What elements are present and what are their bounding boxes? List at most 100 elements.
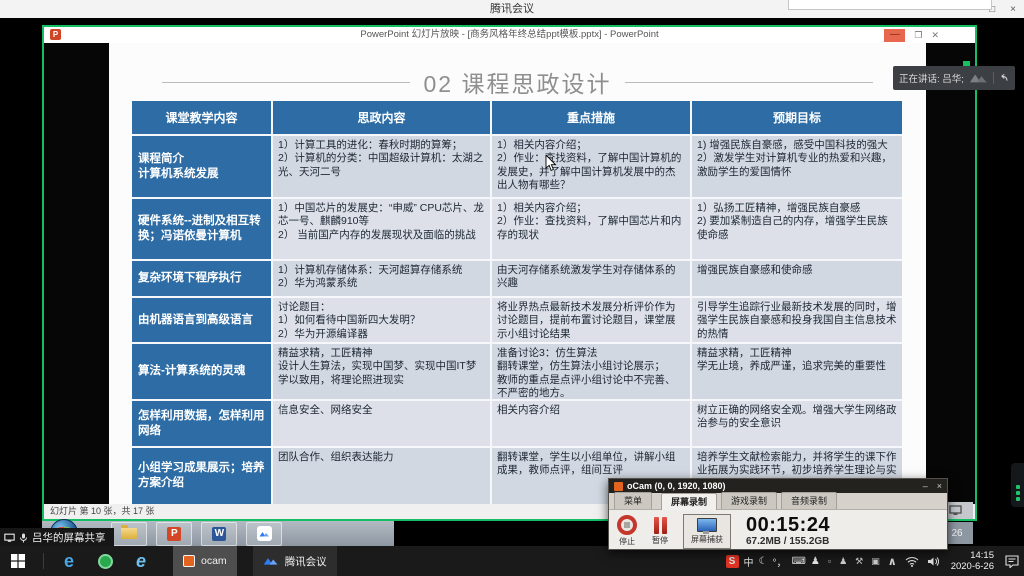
speaker-icon[interactable] — [927, 556, 940, 567]
table-row-header: 怎样利用数据，怎样利用网络 — [132, 401, 271, 446]
ime-toolbar[interactable]: S 中 ☾ °， ⌨ ♟ — [726, 554, 820, 569]
stop-label: 停止 — [619, 536, 635, 547]
ime-lang-toggle[interactable]: 中 — [744, 554, 754, 569]
table-row-header: 小组学习成果展示；培养方案介绍 — [132, 448, 271, 504]
edge-icon: e — [64, 551, 74, 572]
ocam-body: 停止 暂停 屏幕捕获 00:15:24 67.2MB / 155.2GB — [609, 510, 947, 550]
table-cell: 1）计算工具的进化：春秋时期的算筹； 2）计算机的分类：中国超级计算机：太湖之光… — [273, 136, 490, 197]
close-icon[interactable]: × — [937, 481, 942, 491]
collapsed-meeting-toolbar[interactable] — [788, 0, 992, 10]
table-cell: 将业界热点最新技术发展分析评价作为讨论题目，提前布置讨论题目，课堂展示小组讨论结… — [492, 298, 690, 342]
ocam-window-controls: – × — [923, 481, 942, 491]
wifi-icon[interactable] — [905, 556, 919, 567]
ime-shape-toggle[interactable]: ☾ — [759, 556, 768, 567]
table-row-header: 复杂环境下程序执行 — [132, 261, 271, 296]
table-cell: 由天河存储系统激发学生对存储体系的兴趣 — [492, 261, 690, 296]
powerpoint-window-title: PowerPoint 幻灯片放映 - [商务风格年终总结ppt模板.pptx] … — [44, 27, 975, 43]
meeting-taskbar-button[interactable] — [246, 522, 282, 546]
minimize-icon[interactable]: – — [923, 481, 928, 491]
monitor-icon — [697, 518, 717, 532]
sogou-icon[interactable]: S — [726, 555, 739, 568]
windows-logo-icon — [11, 554, 25, 568]
explorer-button[interactable] — [111, 522, 147, 546]
table-cell: 树立正确的网络安全观。增强大学生网络政治参与的安全意识 — [692, 401, 902, 446]
table-header: 思政内容 — [273, 101, 490, 134]
shared-screen-frame: P PowerPoint 幻灯片放映 - [商务风格年终总结ppt模板.pptx… — [42, 25, 977, 521]
tab-screen-record[interactable]: 屏幕录制 — [661, 493, 717, 510]
shared-desktop-day: 26 — [951, 528, 962, 539]
taskbar-ocam-button[interactable]: ocam — [173, 546, 237, 576]
tab-audio-record[interactable]: 音频录制 — [781, 492, 837, 509]
tencent-meeting-icon — [257, 526, 272, 541]
restore-icon[interactable]: ❐ — [914, 29, 922, 42]
side-panel-handle[interactable] — [1011, 463, 1024, 507]
taskbar-meeting-label: 腾讯会议 — [285, 554, 327, 569]
ie-icon: e — [136, 551, 146, 572]
powerpoint-taskbar-button[interactable]: P — [156, 522, 192, 546]
browser-360-button[interactable] — [90, 546, 120, 576]
monitor-icon — [949, 505, 962, 516]
pause-icon — [654, 516, 667, 534]
ie-browser-button[interactable]: e — [126, 546, 156, 576]
table-row-header: 硬件系统--进制及相互转换；冯诺依曼计算机 — [132, 199, 271, 259]
word-taskbar-button[interactable]: W — [201, 522, 237, 546]
system-tray: S 中 ☾ °， ⌨ ♟ ▫ ♟ ⚒ ▣ ∧ 14:15 2020-6- — [726, 550, 1024, 572]
title-divider-left — [162, 82, 410, 83]
restore-view-arrow-icon[interactable] — [999, 73, 1009, 83]
close-icon[interactable]: × — [1010, 4, 1016, 15]
ocam-titlebar: oCam (0, 0, 1920, 1080) – × — [609, 479, 947, 493]
table-header: 课堂教学内容 — [132, 101, 271, 134]
recording-size: 67.2MB / 155.2GB — [746, 537, 830, 547]
tray-icon-app4[interactable]: ▣ — [871, 556, 880, 567]
course-table: 课堂教学内容 思政内容 重点措施 预期目标 课程简介 计算机系统发展 1）计算工… — [132, 101, 902, 504]
tray-icon-app2[interactable]: ♟ — [839, 556, 847, 567]
action-center-icon[interactable] — [1005, 555, 1019, 568]
taskbar-meeting-button[interactable]: 腾讯会议 — [253, 546, 337, 576]
level-dot — [1016, 485, 1020, 489]
table-cell: 1）相关内容介绍； 2）作业：查找资料，了解中国计算机的发展史，并了解中国计算机… — [492, 136, 690, 197]
edge-browser-button[interactable]: e — [54, 546, 84, 576]
slide-title-row: 02 课程思政设计 — [109, 65, 926, 99]
meeting-logo-icon — [969, 72, 988, 84]
taskbar-clock[interactable]: 14:15 2020-6-26 — [951, 550, 994, 572]
speaking-label: 正在讲话: 吕华; — [899, 71, 964, 85]
start-button[interactable] — [0, 546, 36, 576]
tab-game-record[interactable]: 游戏录制 — [721, 492, 777, 509]
ime-user-icon[interactable]: ♟ — [811, 556, 820, 567]
pause-button[interactable]: 暂停 — [652, 516, 668, 546]
recording-timer: 00:15:24 — [746, 515, 830, 535]
tray-icon-app3[interactable]: ⚒ — [855, 556, 863, 567]
table-cell: 1）弘扬工匠精神，增强民族自豪感 2) 要加紧制造自己的内存，增强学生民族使命感 — [692, 199, 902, 259]
ocam-window: oCam (0, 0, 1920, 1080) – × 菜单 屏幕录制 游戏录制… — [608, 478, 948, 550]
folder-icon — [121, 528, 137, 539]
table-cell: 讨论题目： 1）如何看待中国新四大发明？ 2）华为开源编译器 — [273, 298, 490, 342]
mic-icon — [19, 533, 28, 543]
tray-overflow-chevron[interactable]: ∧ — [888, 555, 897, 568]
ime-keyboard-icon[interactable]: ⌨ — [791, 556, 805, 567]
table-cell: 精益求精，工匠精神 学无止境，养成严谨，追求完美的重要性 — [692, 344, 902, 399]
tray-icon-app1[interactable]: ▫ — [828, 556, 831, 566]
table-header: 预期目标 — [692, 101, 902, 134]
ocam-icon — [183, 555, 195, 567]
tencent-meeting-icon — [263, 556, 279, 566]
ocam-tabbar: 菜单 屏幕录制 游戏录制 音频录制 — [609, 493, 947, 510]
table-cell: 1) 增强民族自豪感，感受中国科技的强大 2）激发学生对计算机专业的热爱和兴趣，… — [692, 136, 902, 197]
pause-label: 暂停 — [652, 535, 668, 546]
table-row-header: 课程简介 计算机系统发展 — [132, 136, 271, 197]
ime-punct-toggle[interactable]: °， — [772, 554, 786, 569]
share-banner-label: 吕华的屏幕共享 — [32, 530, 106, 545]
stop-button[interactable]: 停止 — [617, 515, 637, 547]
close-icon[interactable]: ✕ — [931, 29, 939, 42]
stop-icon — [617, 515, 637, 535]
powerpoint-window-controls: — ❐ ✕ — [884, 28, 939, 42]
taskbar-divider — [43, 553, 44, 569]
ocam-app-icon — [614, 482, 623, 491]
ocam-menu-button[interactable]: 菜单 — [614, 492, 652, 509]
minimize-icon[interactable]: — — [884, 29, 905, 42]
pill-divider — [993, 72, 994, 84]
slideshow-stage: 02 课程思政设计 课堂教学内容 思政内容 重点措施 预期目标 课程简介 计算机… — [44, 43, 975, 504]
taskbar: e e ocam 腾讯会议 S 中 ☾ °， ⌨ ♟ ▫ ♟ ⚒ ▣ — [0, 546, 1024, 576]
recording-status: 00:15:24 67.2MB / 155.2GB — [746, 515, 830, 547]
screen-capture-button[interactable]: 屏幕捕获 — [683, 514, 731, 549]
title-divider-right — [625, 82, 873, 83]
